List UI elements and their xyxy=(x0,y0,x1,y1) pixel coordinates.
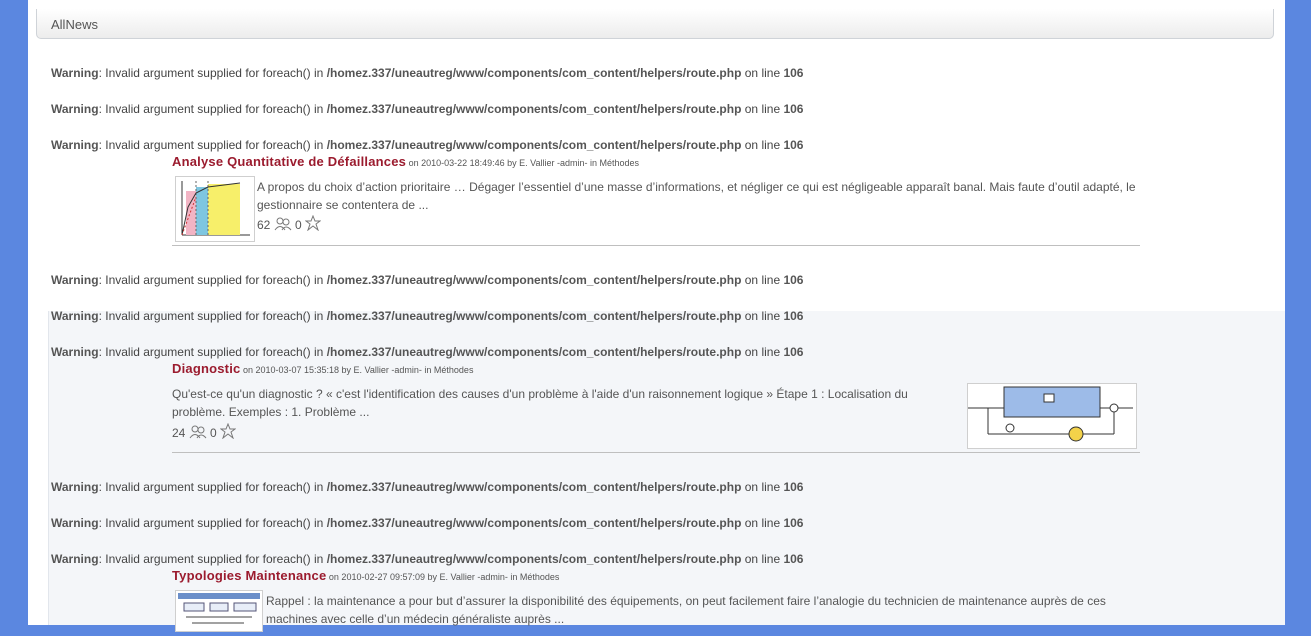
article-thumbnail[interactable] xyxy=(175,176,255,242)
article-item: Analyse Quantitative de Défaillances on … xyxy=(172,154,1140,246)
warning-message: Warning: Invalid argument supplied for f… xyxy=(51,66,804,80)
favorites-count: 0 xyxy=(295,218,302,232)
warning-message: Warning: Invalid argument supplied for f… xyxy=(51,102,804,116)
article-title-link[interactable]: Diagnostic xyxy=(172,361,240,376)
article-thumbnail[interactable] xyxy=(967,383,1137,449)
views-count: 62 xyxy=(257,218,271,232)
diagram-thumbnail-image xyxy=(968,384,1136,448)
warning-message: Warning: Invalid argument supplied for f… xyxy=(51,138,804,152)
page-container: AllNews Warning: Invalid argument suppli… xyxy=(28,0,1285,632)
star-icon[interactable] xyxy=(304,214,322,232)
article-item: Diagnostic on 2010-03-07 15:35:18 by E. … xyxy=(172,361,1140,453)
warning-message: Warning: Invalid argument supplied for f… xyxy=(51,552,804,566)
article-title-link[interactable]: Typologies Maintenance xyxy=(172,568,326,583)
module-header: AllNews xyxy=(36,9,1274,39)
favorites-count: 0 xyxy=(210,426,217,440)
article-stats: 24 0 xyxy=(172,422,237,440)
article-meta: on 2010-02-27 09:57:09 by E. Vallier -ad… xyxy=(326,572,560,582)
article-heading: Typologies Maintenance on 2010-02-27 09:… xyxy=(172,568,1140,583)
warning-message: Warning: Invalid argument supplied for f… xyxy=(51,309,804,323)
article-heading: Diagnostic on 2010-03-07 15:35:18 by E. … xyxy=(172,361,1140,376)
article-title-link[interactable]: Analyse Quantitative de Défaillances xyxy=(172,154,406,169)
readers-icon xyxy=(274,217,292,231)
article-thumbnail[interactable] xyxy=(175,590,263,632)
article-meta: on 2010-03-07 15:35:18 by E. Vallier -ad… xyxy=(240,365,474,375)
star-icon[interactable] xyxy=(219,422,237,440)
warning-message: Warning: Invalid argument supplied for f… xyxy=(51,273,804,287)
article-heading: Analyse Quantitative de Défaillances on … xyxy=(172,154,1140,169)
article-intro-text: Qu'est-ce qu'un diagnostic ? « c'est l'i… xyxy=(172,387,908,419)
warning-message: Warning: Invalid argument supplied for f… xyxy=(51,516,804,530)
warning-message: Warning: Invalid argument supplied for f… xyxy=(51,480,804,494)
article-stats: 62 0 xyxy=(257,214,322,232)
views-count: 24 xyxy=(172,426,186,440)
chart-thumbnail-image xyxy=(176,177,254,241)
warning-message: Warning: Invalid argument supplied for f… xyxy=(51,345,804,359)
article-intro-text: Rappel : la maintenance a pour but d’ass… xyxy=(266,594,1106,626)
article-intro-text: A propos du choix d’action prioritaire …… xyxy=(257,180,1136,212)
article-separator xyxy=(172,452,1140,453)
article-meta: on 2010-03-22 18:49:46 by E. Vallier -ad… xyxy=(406,158,640,168)
article-separator xyxy=(172,245,1140,246)
article-item: Typologies Maintenance on 2010-02-27 09:… xyxy=(172,568,1140,632)
schema-thumbnail-image xyxy=(176,591,262,631)
module-title: AllNews xyxy=(51,17,98,32)
readers-icon xyxy=(189,425,207,439)
